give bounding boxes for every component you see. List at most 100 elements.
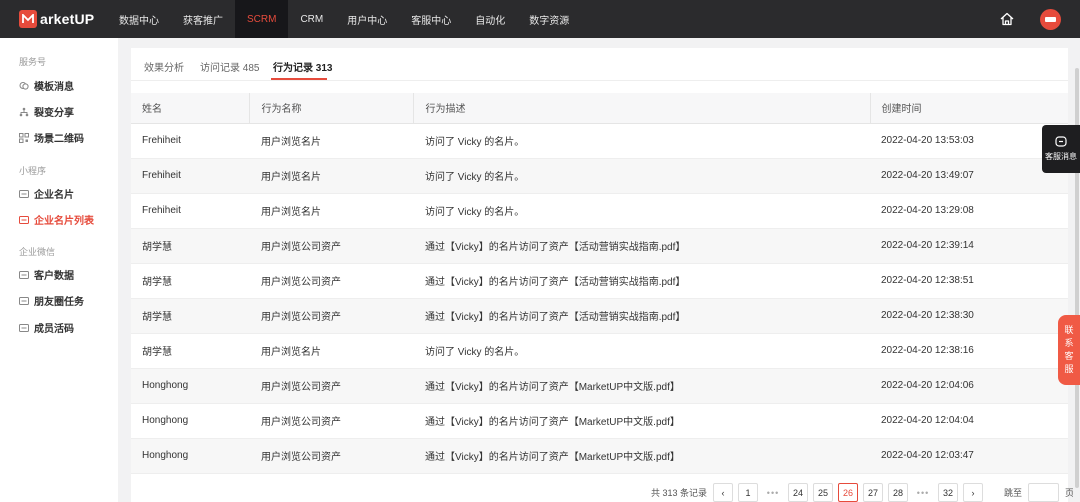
tab-bar: 效果分析 访问记录 485 行为记录 313: [131, 48, 1068, 81]
cell-time: 2022-04-20 13:29:08: [870, 193, 1068, 229]
pagination-total: 共 313 条记录: [651, 488, 708, 498]
cell-time: 2022-04-20 12:04:04: [870, 403, 1068, 439]
nav-item-service-center[interactable]: 客服中心: [399, 0, 463, 38]
main-content: 效果分析 访问记录 485 行为记录 313 姓名 行为名称 行为描述 创建时间…: [131, 48, 1068, 502]
pagination-page-32[interactable]: 32: [938, 483, 959, 502]
cell-desc: 通过【Vicky】的名片访问了资产【MarketUP中文版.pdf】: [413, 438, 870, 474]
column-header-action-name[interactable]: 行为名称: [248, 93, 413, 124]
cell-time: 2022-04-20 12:38:16: [870, 333, 1068, 369]
cell-time: 2022-04-20 12:04:06: [870, 368, 1068, 404]
pagination-jump-input[interactable]: [1028, 483, 1060, 502]
sidebar-item-moments-task[interactable]: 朋友圈任务: [19, 293, 84, 308]
sidebar-group-mini-program: 小程序: [19, 166, 47, 176]
sidebar: 服务号 模板消息 裂变分享 场景二维码 小程序 企业名片 企业名片列表 企业微信…: [0, 38, 118, 502]
table-row[interactable]: 胡学慧 用户浏览名片 访问了 Vicky 的名片。 2022-04-20 12:…: [131, 333, 1068, 369]
column-header-created-time[interactable]: 创建时间: [869, 93, 1068, 124]
sidebar-item-company-card-list[interactable]: 企业名片列表: [19, 212, 94, 227]
sidebar-item-template-message[interactable]: 模板消息: [19, 78, 74, 93]
nav-item-scrm[interactable]: SCRM: [235, 0, 289, 38]
nav-item-crm[interactable]: CRM: [288, 0, 335, 38]
cell-time: 2022-04-20 12:38:30: [870, 298, 1068, 334]
column-header-name[interactable]: 姓名: [131, 93, 249, 124]
message-bubble-icon: [1055, 136, 1067, 147]
tab-effect-analysis[interactable]: 效果分析: [144, 59, 184, 74]
cell-name: Honghong: [131, 438, 249, 474]
tab-visit-records[interactable]: 访问记录 485: [200, 59, 259, 74]
sidebar-item-customer-data[interactable]: 客户数据: [19, 267, 74, 282]
cell-name: Frehiheit: [131, 193, 249, 229]
qrcode-icon: [19, 132, 29, 143]
table-row[interactable]: Frehiheit 用户浏览名片 访问了 Vicky 的名片。 2022-04-…: [131, 158, 1068, 194]
cell-desc: 通过【Vicky】的名片访问了资产【活动营销实战指南.pdf】: [413, 228, 870, 264]
cell-action: 用户浏览公司资产: [249, 438, 413, 474]
table-row[interactable]: Frehiheit 用户浏览名片 访问了 Vicky 的名片。 2022-04-…: [131, 193, 1068, 229]
pagination-page-27[interactable]: 27: [863, 483, 884, 502]
card-icon: [19, 189, 29, 199]
sidebar-item-company-card[interactable]: 企业名片: [19, 186, 74, 201]
cell-action: 用户浏览公司资产: [249, 298, 413, 334]
cell-desc: 通过【Vicky】的名片访问了资产【活动营销实战指南.pdf】: [413, 298, 870, 334]
card-icon: [19, 296, 29, 306]
column-header-action-desc[interactable]: 行为描述: [412, 93, 870, 124]
home-icon[interactable]: [999, 11, 1015, 27]
pagination-ellipsis-next[interactable]: •••: [913, 488, 933, 498]
nav-item-data-center[interactable]: 数据中心: [107, 0, 171, 38]
sidebar-item-fission-share[interactable]: 裂变分享: [19, 104, 74, 119]
cell-name: 胡学慧: [131, 298, 249, 334]
pagination-page-1[interactable]: 1: [738, 483, 759, 502]
cell-action: 用户浏览名片: [249, 123, 413, 159]
avatar[interactable]: [1040, 9, 1061, 30]
tab-behavior-records[interactable]: 行为记录 313: [273, 59, 332, 74]
table-row[interactable]: 胡学慧 用户浏览公司资产 通过【Vicky】的名片访问了资产【活动营销实战指南.…: [131, 263, 1068, 299]
nav-item-digital-assets[interactable]: 数字资源: [517, 0, 581, 38]
table-row[interactable]: Honghong 用户浏览公司资产 通过【Vicky】的名片访问了资产【Mark…: [131, 403, 1068, 439]
cell-time: 2022-04-20 12:03:47: [870, 438, 1068, 474]
cell-action: 用户浏览公司资产: [249, 368, 413, 404]
pagination-next-button[interactable]: ›: [963, 483, 984, 502]
main-nav: 数据中心 获客推广 SCRM CRM 用户中心 客服中心 自动化 数字资源: [107, 0, 581, 38]
cell-desc: 通过【Vicky】的名片访问了资产【活动营销实战指南.pdf】: [413, 263, 870, 299]
card-icon: [19, 270, 29, 280]
cell-name: Frehiheit: [131, 123, 249, 159]
contact-service-button[interactable]: 联 系 客 服: [1058, 315, 1080, 385]
behavior-records-table: 姓名 行为名称 行为描述 创建时间 Frehiheit 用户浏览名片 访问了 V…: [131, 93, 1068, 474]
cell-desc: 访问了 Vicky 的名片。: [413, 158, 870, 194]
table-row[interactable]: 胡学慧 用户浏览公司资产 通过【Vicky】的名片访问了资产【活动营销实战指南.…: [131, 298, 1068, 334]
cell-desc: 访问了 Vicky 的名片。: [413, 333, 870, 369]
pagination-page-24[interactable]: 24: [788, 483, 809, 502]
cell-action: 用户浏览公司资产: [249, 228, 413, 264]
contact-service-char: 联: [1064, 325, 1074, 335]
table-header-row: 姓名 行为名称 行为描述 创建时间: [131, 93, 1068, 124]
nav-item-automation[interactable]: 自动化: [463, 0, 517, 38]
brand-logo[interactable]: arketUP: [19, 10, 105, 28]
nav-item-user-center[interactable]: 用户中心: [335, 0, 399, 38]
cell-name: 胡学慧: [131, 333, 249, 369]
cell-name: 胡学慧: [131, 263, 249, 299]
pagination-prev-button[interactable]: ‹: [713, 483, 734, 502]
cell-name: Honghong: [131, 403, 249, 439]
share-tree-icon: [19, 107, 29, 117]
nav-item-acquisition[interactable]: 获客推广: [171, 0, 235, 38]
service-message-button[interactable]: 客服消息: [1042, 125, 1080, 173]
top-navbar: arketUP 数据中心 获客推广 SCRM CRM 用户中心 客服中心 自动化…: [0, 0, 1080, 38]
table-row[interactable]: Frehiheit 用户浏览名片 访问了 Vicky 的名片。 2022-04-…: [131, 123, 1068, 159]
contact-service-char: 系: [1064, 338, 1074, 348]
pagination-page-28[interactable]: 28: [888, 483, 909, 502]
cell-desc: 通过【Vicky】的名片访问了资产【MarketUP中文版.pdf】: [413, 403, 870, 439]
contact-service-char: 服: [1064, 364, 1074, 374]
logo-text: arketUP: [40, 11, 95, 27]
sidebar-item-member-qrcode[interactable]: 成员活码: [19, 320, 74, 335]
sidebar-group-wecom: 企业微信: [19, 247, 56, 257]
cell-time: 2022-04-20 13:53:03: [870, 123, 1068, 159]
pagination-ellipsis-prev[interactable]: •••: [763, 488, 783, 498]
sidebar-group-service-account: 服务号: [19, 57, 47, 67]
cell-desc: 访问了 Vicky 的名片。: [413, 193, 870, 229]
table-row[interactable]: Honghong 用户浏览公司资产 通过【Vicky】的名片访问了资产【Mark…: [131, 368, 1068, 404]
pagination-page-25[interactable]: 25: [813, 483, 834, 502]
table-row[interactable]: Honghong 用户浏览公司资产 通过【Vicky】的名片访问了资产【Mark…: [131, 438, 1068, 474]
pagination-jump-label: 跳至: [1004, 488, 1023, 498]
table-row[interactable]: 胡学慧 用户浏览公司资产 通过【Vicky】的名片访问了资产【活动营销实战指南.…: [131, 228, 1068, 264]
pagination-page-26-current[interactable]: 26: [838, 483, 859, 502]
sidebar-item-scene-qrcode[interactable]: 场景二维码: [19, 130, 84, 145]
cell-name: Honghong: [131, 368, 249, 404]
